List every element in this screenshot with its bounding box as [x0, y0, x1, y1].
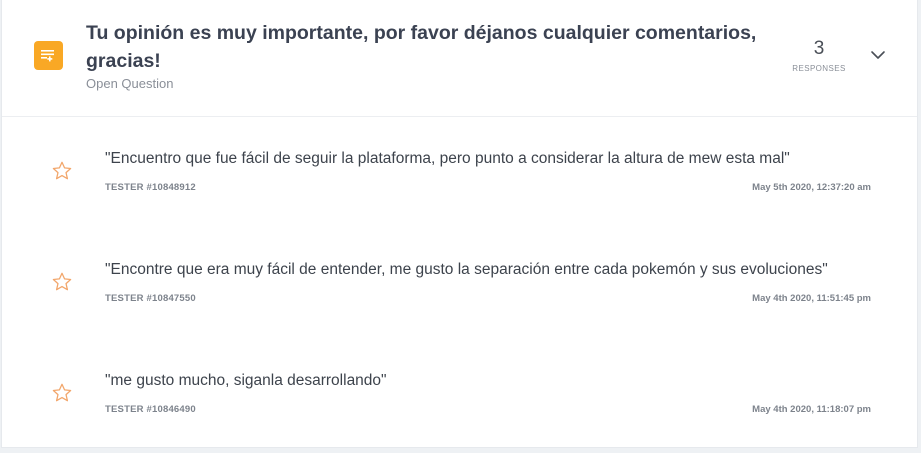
chevron-down-icon[interactable] — [868, 48, 888, 62]
tester-id: TESTER #10848912 — [105, 182, 196, 193]
star-icon[interactable] — [51, 160, 73, 182]
tester-id: TESTER #10846490 — [105, 404, 196, 415]
responses-count: 3 — [813, 38, 825, 59]
star-icon[interactable] — [51, 382, 73, 404]
responses-label: RESPONSES — [792, 64, 846, 73]
response-text: "Encontre que era muy fácil de entender,… — [105, 261, 828, 278]
response-item: "Encontre que era muy fácil de entender,… — [2, 227, 919, 327]
tester-id: TESTER #10847550 — [105, 293, 196, 304]
question-card: Tu opinión es muy importante, por favor … — [1, 0, 918, 448]
response-date: May 4th 2020, 11:51:45 pm — [752, 293, 871, 304]
response-date: May 4th 2020, 11:18:07 pm — [752, 404, 871, 415]
response-item: "me gusto mucho, siganla desarrollando" … — [2, 338, 919, 438]
question-title: Tu opinión es muy importante, por favor … — [86, 22, 757, 72]
response-text: "Encuentro que fue fácil de seguir la pl… — [105, 150, 790, 167]
response-date: May 5th 2020, 12:37:20 am — [752, 182, 871, 193]
response-item: "Encuentro que fue fácil de seguir la pl… — [2, 116, 919, 216]
text-lines-icon — [34, 41, 63, 70]
question-header: Tu opinión es muy importante, por favor … — [2, 0, 917, 117]
responses-count-block: 3 RESPONSES — [788, 38, 850, 73]
star-icon[interactable] — [51, 271, 73, 293]
response-text: "me gusto mucho, siganla desarrollando" — [105, 372, 387, 389]
question-type-label: Open Question — [86, 76, 174, 91]
